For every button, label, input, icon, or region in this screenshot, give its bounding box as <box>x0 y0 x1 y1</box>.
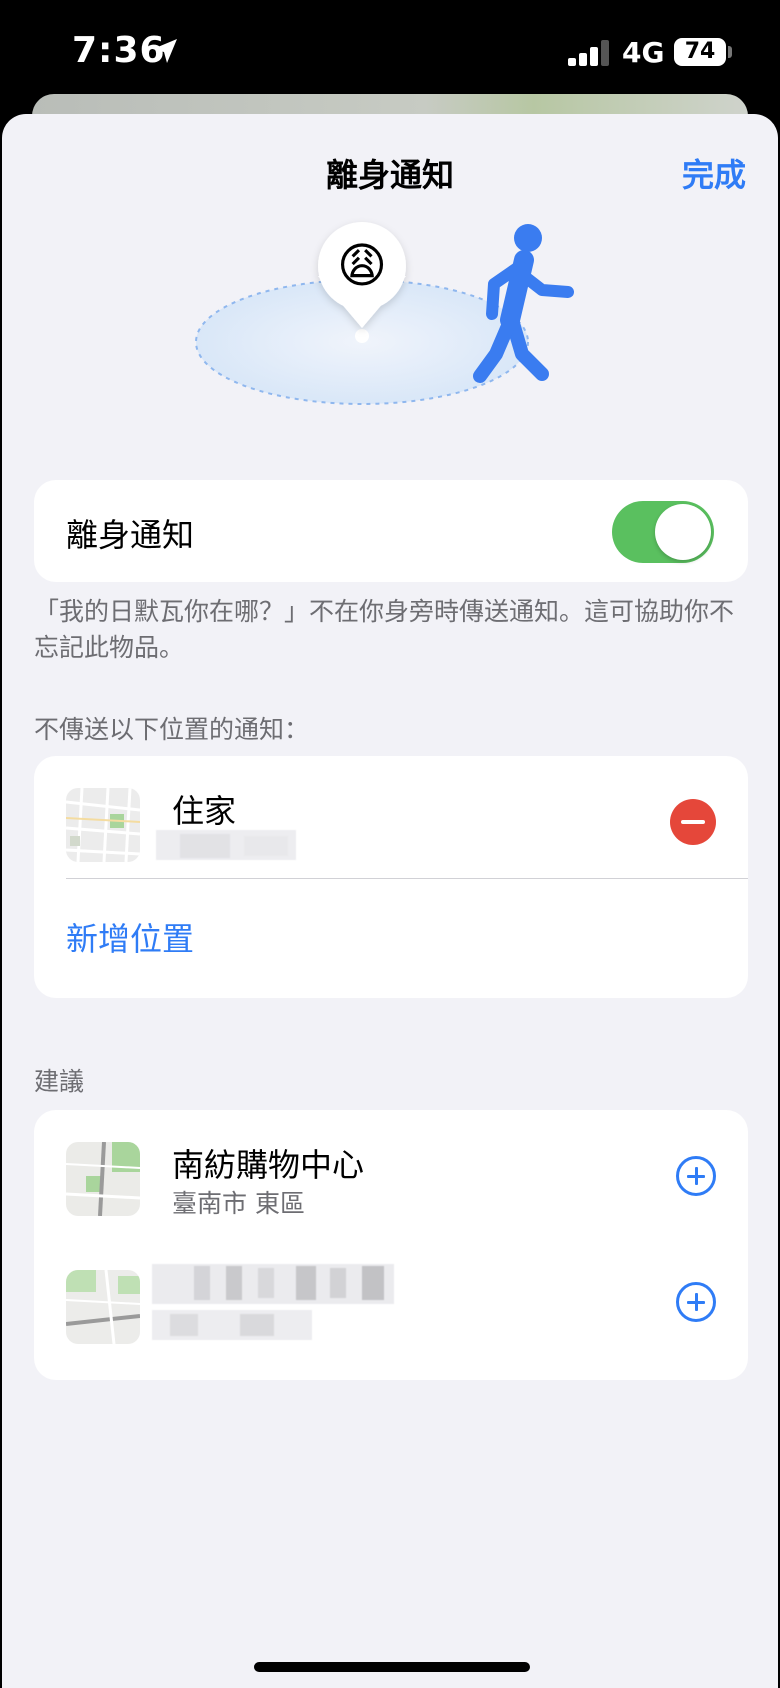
home-indicator[interactable] <box>254 1662 530 1672</box>
toggle-description: 「我的日默瓦你在哪？」不在你身旁時傳送通知。這可協助你不忘記此物品。 <box>34 597 735 662</box>
network-type: 4G <box>622 36 665 69</box>
suggestions-card: 南紡購物中心 臺南市 東區 <box>34 1110 748 1380</box>
toggle-label: 離身通知 <box>66 516 195 554</box>
battery-tip <box>728 46 732 58</box>
left-behind-toggle[interactable] <box>612 501 714 563</box>
add-suggestion-button[interactable] <box>676 1156 716 1196</box>
home-map-thumbnail <box>66 788 140 862</box>
suggestion-map-thumbnail <box>66 1142 140 1216</box>
item-emoji: 😩 <box>337 238 387 294</box>
add-suggestion-button[interactable] <box>676 1282 716 1322</box>
cellular-signal-icon <box>568 40 612 66</box>
exclude-section-header: 不傳送以下位置的通知： <box>34 715 310 744</box>
toggle-knob <box>655 504 711 560</box>
suggestion-subtitle: 臺南市 東區 <box>172 1189 305 1218</box>
walking-person-icon <box>473 224 574 383</box>
excluded-locations-card: 住家 新增位置 <box>34 756 748 998</box>
location-arrow-icon <box>153 39 177 63</box>
add-location-button[interactable]: 新增位置 <box>66 914 194 960</box>
location-dot <box>355 329 369 343</box>
home-location-title: 住家 <box>172 792 237 830</box>
suggestion-title: 南紡購物中心 <box>172 1146 365 1184</box>
row-divider <box>66 878 748 879</box>
suggestion-map-thumbnail <box>66 1270 140 1344</box>
notify-when-left-behind-sheet: 離身通知 完成 😩 離身通知 「我的日默瓦你在哪？」不在你身旁時傳送通知。這可協… <box>2 114 778 1688</box>
left-behind-toggle-row: 離身通知 <box>34 480 748 582</box>
suggestions-section-header: 建議 <box>34 1067 85 1096</box>
battery-icon: 74 <box>674 38 726 66</box>
remove-location-button[interactable] <box>670 799 716 845</box>
separation-illustration: 😩 <box>195 222 574 405</box>
